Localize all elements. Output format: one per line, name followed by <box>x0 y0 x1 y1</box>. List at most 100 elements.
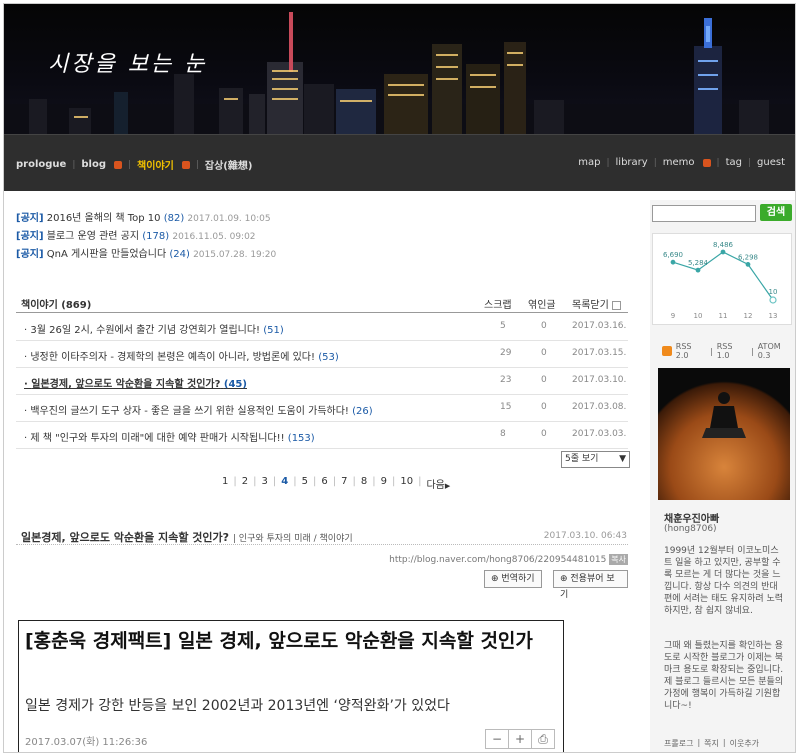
nav-right-item-4[interactable]: guest <box>757 157 785 168</box>
blog-title[interactable]: 시장을 보는 눈 <box>48 46 207 78</box>
chart-tick-label: 12 <box>744 312 753 320</box>
profile-links: 프롤로그 | 쪽지 | 이웃추가 <box>664 738 759 749</box>
notice-title: 2016년 올해의 책 Top 10 <box>46 213 161 224</box>
chart-data-label: 8,486 <box>713 241 734 249</box>
profile-link[interactable]: 이웃추가 <box>730 738 759 749</box>
nav-item-1[interactable]: blog <box>81 159 106 170</box>
nav-item-2[interactable]: 책이야기 <box>137 157 174 172</box>
row-scrap: 5 <box>500 321 506 331</box>
profile-link[interactable]: 쪽지 <box>704 738 719 749</box>
nav-item-3[interactable]: 잡상(雜想) <box>205 157 253 172</box>
pager-separator: | <box>391 476 396 487</box>
page-1[interactable]: 1 <box>222 476 228 491</box>
table-row: · 일본경제, 앞으로도 악순환을 지속할 것인가? (45) 23 0 2017.0… <box>16 367 628 395</box>
row-date: 2017.03.16. <box>572 321 627 331</box>
nav-right-item-2[interactable]: memo <box>663 157 695 168</box>
rss-link[interactable]: RSS 2.0 <box>676 342 706 360</box>
row-scrap: 29 <box>500 348 512 358</box>
rss-link[interactable]: ATOM 0.3 <box>758 342 795 360</box>
search-button[interactable]: 검색 <box>760 204 792 221</box>
article-box: [홍춘욱 경제팩트] 일본 경제, 앞으로도 악순환을 지속할 것인가 일본 경… <box>18 620 564 752</box>
post-link[interactable]: · 백우진의 글쓰기 도구 상자 - 좋은 글을 쓰기 위한 실용적인 도움이 … <box>24 402 373 417</box>
comment-count: (51) <box>263 325 284 336</box>
chart-tick-label: 10 <box>694 312 703 320</box>
comment-count: (45) <box>223 379 247 390</box>
page-9[interactable]: 9 <box>381 476 387 491</box>
notice-item[interactable]: [공지] QnA 게시판을 만들었습니다 (24) 2015.07.28. 19… <box>16 246 628 264</box>
print-icon[interactable]: ⎙ <box>531 729 555 749</box>
profile-image <box>658 368 790 500</box>
zoom-in-icon[interactable]: + <box>508 729 532 749</box>
zoom-out-icon[interactable]: − <box>485 729 509 749</box>
post-link-title: 냉정한 이타주의자 - 경제학의 본령은 예측이 아니라, 방법론에 있다! <box>30 352 315 363</box>
next-page-button[interactable]: 다음▶ <box>426 476 450 491</box>
post-url[interactable]: http://blog.naver.com/hong8706/220954481… <box>389 555 606 565</box>
post-link[interactable]: · 제 책 "인구와 투자의 미래"에 대한 예약 판매가 시작됩니다!! (1… <box>24 429 315 444</box>
rows-per-page-select[interactable]: 5줄 보기 ▼ <box>561 451 630 468</box>
notice-item[interactable]: [공지] 2016년 올해의 책 Top 10 (82) 2017.01.09.… <box>16 210 628 228</box>
post-link[interactable]: · 냉정한 이타주의자 - 경제학의 본령은 예측이 아니라, 방법론에 있다!… <box>24 348 339 363</box>
fold-list-button[interactable]: 목록닫기 <box>572 296 621 311</box>
new-badge-icon <box>702 158 711 167</box>
dropdown-arrow-icon: ▼ <box>619 454 626 464</box>
nav-right: map | library | memo | tag | guest <box>578 157 785 168</box>
viewer-button[interactable]: ⊕ 전용뷰어 보기 <box>553 570 628 600</box>
chart-data-label: 6,690 <box>663 251 683 259</box>
table-row: · 3월 26일 2시, 수원에서 출간 기념 강연회가 열립니다! (51) 5… <box>16 313 628 341</box>
row-trackback: 0 <box>541 321 547 331</box>
row-trackback: 0 <box>541 348 547 358</box>
chart-point <box>695 267 701 273</box>
page-4[interactable]: 4 <box>281 476 288 491</box>
profile-desc-2: 그때 왜 틀렸는지를 확인하는 용도로 시작한 블로그가 이제는 북마크 용도로… <box>664 641 784 711</box>
row-date: 2017.03.08. <box>572 402 627 412</box>
nav-separator: | <box>195 159 199 170</box>
post-date: 2017.03.10. 06:43 <box>543 531 627 541</box>
post-link[interactable]: · 3월 26일 2시, 수원에서 출간 기념 강연회가 열립니다! (51) <box>24 321 284 336</box>
nav-separator: | <box>72 159 76 170</box>
pager-separator: | <box>312 476 317 487</box>
chart-point <box>670 259 676 265</box>
row-trackback: 0 <box>541 429 547 439</box>
notice-tag: [공지] <box>16 249 44 260</box>
visitor-chart-svg: 6,690 9 5,284 10 8,486 11 6,298 12 10 13 <box>663 241 777 320</box>
page-5[interactable]: 5 <box>302 476 308 491</box>
col-scrap: 스크랩 <box>484 300 512 311</box>
post-title[interactable]: 일본경제, 앞으로도 악순환을 지속할 것인가? <box>21 531 229 544</box>
pagination: 1 | 2 | 3 | 4 | 5 | 6 | 7 | 8 | 9 | 10 | 다음▶ <box>222 476 450 491</box>
next-page-label: 다음 <box>426 480 445 491</box>
nav-separator: | <box>606 157 610 168</box>
page-2[interactable]: 2 <box>242 476 248 491</box>
page-6[interactable]: 6 <box>321 476 327 491</box>
copy-url-button[interactable]: 복사 <box>609 554 628 565</box>
search-input[interactable] <box>652 205 756 222</box>
nav-separator: | <box>128 159 132 170</box>
page-3[interactable]: 3 <box>262 476 268 491</box>
profile-silhouette <box>702 392 746 438</box>
nav-right-item-0[interactable]: map <box>578 157 600 168</box>
notice-date: 2017.01.09. 10:05 <box>187 214 271 224</box>
notice-date: 2015.07.28. 19:20 <box>193 250 277 260</box>
rss-separator: | <box>710 346 713 356</box>
nav-separator: | <box>716 157 720 168</box>
link-separator: | <box>722 738 726 747</box>
translate-button[interactable]: ⊕ 번역하기 <box>484 570 542 588</box>
pager-separator: | <box>233 476 237 487</box>
comment-count: (153) <box>287 433 315 444</box>
page-8[interactable]: 8 <box>361 476 367 491</box>
chart-point <box>720 249 726 255</box>
notice-item[interactable]: [공지] 블로그 운영 관련 공지 (178) 2016.11.05. 09:0… <box>16 228 628 246</box>
table-row: · 냉정한 이타주의자 - 경제학의 본령은 예측이 아니라, 방법론에 있다!… <box>16 340 628 368</box>
page-10[interactable]: 10 <box>400 476 413 491</box>
nav-right-item-3[interactable]: tag <box>726 157 742 168</box>
post-category[interactable]: 인구와 투자의 미래 / 책이야기 <box>239 534 353 544</box>
rss-link[interactable]: RSS 1.0 <box>717 342 747 360</box>
page-7[interactable]: 7 <box>341 476 347 491</box>
rss-links: RSS 2.0 | RSS 1.0 | ATOM 0.3 <box>662 342 795 360</box>
nav-right-item-1[interactable]: library <box>616 157 648 168</box>
profile-link[interactable]: 프롤로그 <box>664 738 693 749</box>
nav-separator: | <box>653 157 657 168</box>
post-link[interactable]: · 일본경제, 앞으로도 악순환을 지속할 것인가? (45) <box>24 375 247 390</box>
nav-item-0[interactable]: prologue <box>16 159 66 170</box>
nav-separator: | <box>747 157 752 168</box>
new-badge-icon <box>181 160 190 169</box>
